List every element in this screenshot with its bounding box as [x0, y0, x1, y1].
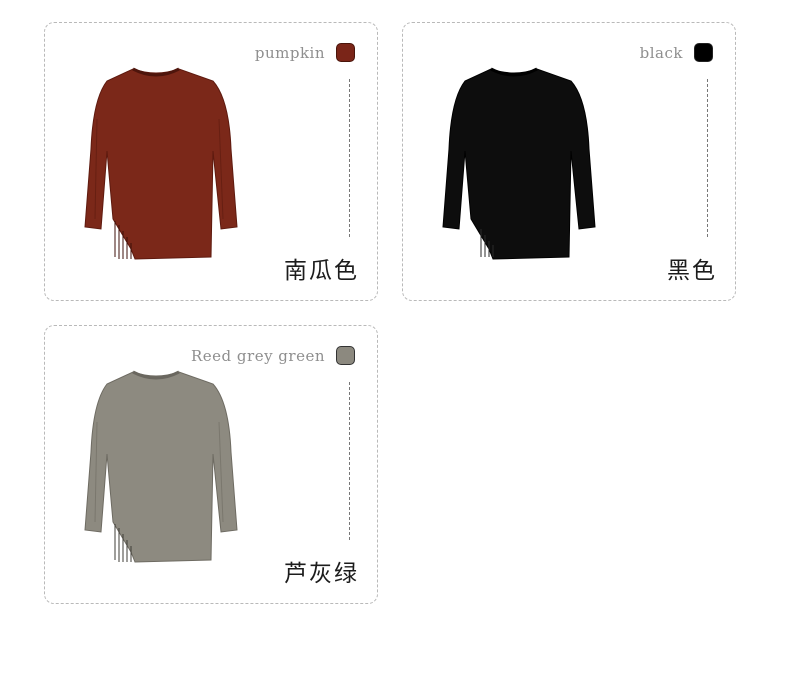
color-name-english: Reed grey green — [191, 347, 325, 365]
color-name-chinese: 南瓜色 — [284, 258, 359, 284]
color-name-chinese: 黑色 — [667, 258, 717, 284]
color-card-black[interactable]: black 黑色 — [402, 22, 736, 301]
color-card-pumpkin[interactable]: pumpkin 南瓜色 — [44, 22, 378, 301]
sweater-image-reed-grey-green — [84, 370, 238, 563]
sweater-image-black — [442, 67, 596, 260]
color-swatch[interactable] — [694, 43, 713, 62]
divider-line — [349, 382, 350, 540]
color-swatch[interactable] — [336, 346, 355, 365]
color-name-english: pumpkin — [254, 44, 325, 62]
color-swatch[interactable] — [336, 43, 355, 62]
color-name-english: black — [639, 44, 683, 62]
sweater-image-pumpkin — [84, 67, 238, 260]
color-name-chinese: 芦灰绿 — [284, 561, 359, 587]
divider-line — [707, 79, 708, 237]
color-card-reed-grey-green[interactable]: Reed grey green 芦灰绿 — [44, 325, 378, 604]
divider-line — [349, 79, 350, 237]
